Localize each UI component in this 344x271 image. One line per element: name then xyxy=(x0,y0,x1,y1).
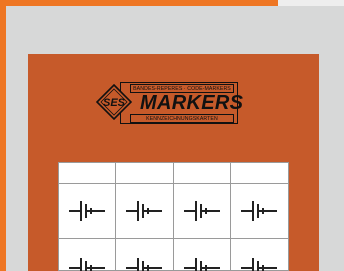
grid-cell xyxy=(174,239,231,271)
symbol-grid xyxy=(58,162,289,271)
ses-markers-logo: BANDES-REPERES · CODE-MARKERS KENNZEICHN… xyxy=(92,81,244,127)
grid-cell xyxy=(59,163,117,184)
grid-cell xyxy=(59,239,117,271)
grid-cell xyxy=(230,184,288,239)
grid-cell xyxy=(116,184,174,239)
ground-symbol-icon xyxy=(241,257,278,271)
top-accent-bar xyxy=(0,0,278,6)
grid-cell xyxy=(230,163,288,184)
ground-symbol-icon xyxy=(126,201,163,221)
ground-symbol-icon xyxy=(183,201,220,221)
grid-cell xyxy=(116,239,174,271)
grid-cell xyxy=(116,163,174,184)
grid-cell xyxy=(173,163,231,184)
grid-cell xyxy=(231,239,288,271)
top-right-strip xyxy=(278,0,344,6)
ground-symbol-icon xyxy=(183,257,220,271)
ground-symbol-icon xyxy=(126,257,163,271)
grid-cell xyxy=(59,184,117,239)
logo-bottom-band: KENNZEICHNUNGSKARTEN xyxy=(130,114,234,123)
svg-text:SES: SES xyxy=(103,97,126,109)
grid-cell xyxy=(173,184,231,239)
ground-symbol-icon xyxy=(69,201,106,221)
product-card[interactable]: BANDES-REPERES · CODE-MARKERS KENNZEICHN… xyxy=(28,54,319,271)
logo-wordmark: MARKERS xyxy=(140,92,244,114)
ses-diamond-emblem: SES xyxy=(96,84,132,120)
ground-symbol-icon xyxy=(241,201,278,221)
ground-symbol-icon xyxy=(69,257,106,271)
left-accent-bar xyxy=(0,0,6,271)
